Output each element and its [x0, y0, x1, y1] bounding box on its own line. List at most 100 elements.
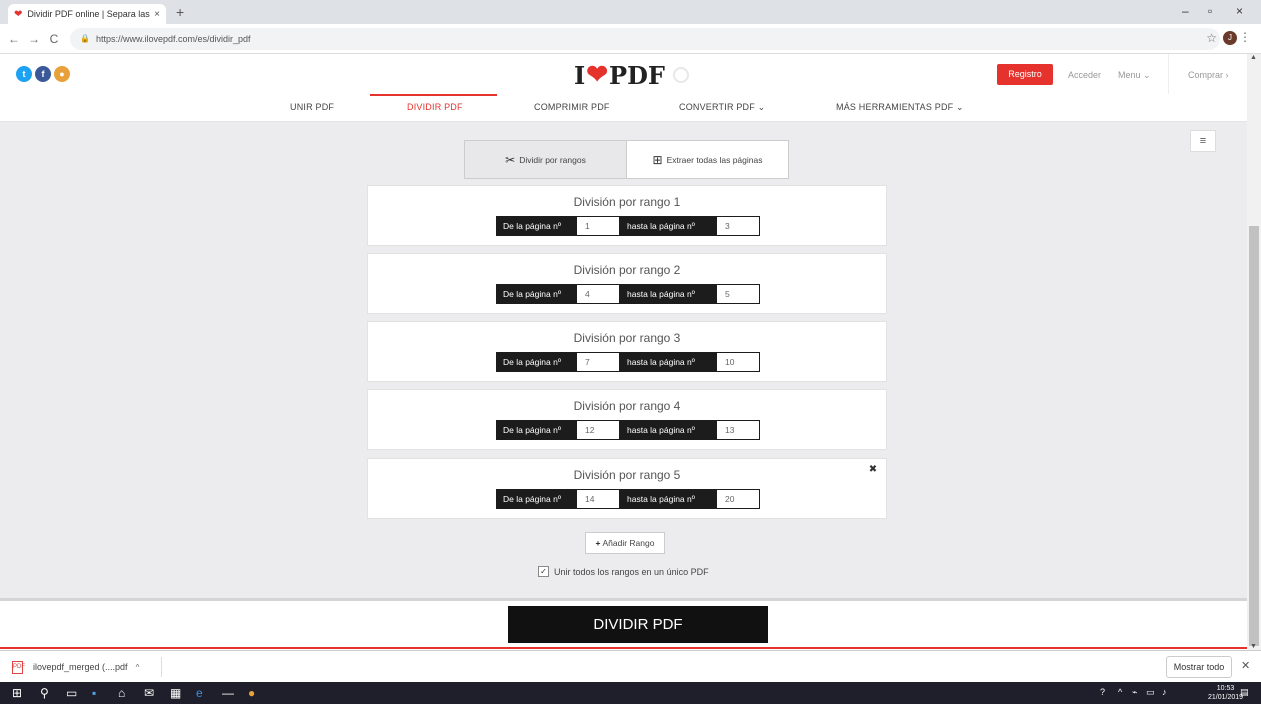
profile-avatar[interactable]: J [1223, 31, 1237, 45]
new-tab-button[interactable]: + [176, 4, 184, 20]
nav-convertir-pdf[interactable]: CONVERTIR PDF ⌄ [679, 102, 765, 113]
merge-label: Unir todos los rangos en un único PDF [554, 566, 709, 577]
maximize-button[interactable]: ▫ [1208, 4, 1212, 18]
pdf-file-icon: PDF [12, 660, 25, 674]
browser-toolbar: ← → C 🔒 https://www.ilovepdf.com/es/divi… [0, 24, 1261, 54]
range-title: División por rango 3 [573, 331, 681, 345]
to-page-label: hasta la página nº [620, 216, 716, 236]
tab-close-icon[interactable]: × [154, 9, 160, 20]
bookmark-star-icon[interactable]: ☆ [1206, 31, 1217, 45]
active-tab-underline [370, 94, 497, 96]
search-icon[interactable]: ⚲ [40, 686, 49, 700]
to-page-input[interactable]: 5 [716, 284, 760, 304]
heart-icon: ❤ [586, 60, 609, 90]
edge-icon[interactable]: e [196, 686, 203, 700]
mail-icon[interactable]: ✉ [144, 686, 154, 700]
logo-text-pdf: PDF [609, 60, 665, 90]
notifications-icon[interactable]: ▤ [1240, 687, 1249, 698]
volume-icon[interactable]: ♪ [1162, 687, 1167, 697]
social-links: t f ● [16, 66, 70, 82]
scissors-icon: ✂ [505, 152, 516, 167]
scroll-down-icon[interactable]: ▼ [1250, 643, 1257, 650]
nav-comprimir-pdf[interactable]: COMPRIMIR PDF [534, 102, 610, 112]
facebook-icon[interactable]: f [35, 66, 51, 82]
windows-taskbar: ⊞ ⚲ ▭ ▪ ⌂ ✉ ▦ e — ● ? ^ ⌁ ▭ ♪ 10:53 21/0… [0, 682, 1261, 704]
registro-button[interactable]: Registro [997, 64, 1053, 85]
scrollbar-thumb[interactable] [1249, 226, 1259, 646]
chrome-taskbar-icon[interactable]: ● [248, 686, 255, 700]
nav-dividir-pdf[interactable]: DIVIDIR PDF [407, 102, 463, 112]
close-window-button[interactable]: × [1236, 4, 1243, 18]
from-page-input[interactable]: 1 [576, 216, 620, 236]
mode-extract-all-label: Extraer todas las páginas [666, 154, 763, 165]
to-page-label: hasta la página nº [620, 489, 716, 509]
comprar-link[interactable]: Comprar › [1188, 70, 1229, 80]
dividir-pdf-button[interactable]: DIVIDIR PDF [508, 606, 768, 643]
range-title: División por rango 5 [573, 468, 681, 482]
nav-unir-pdf[interactable]: UNIR PDF [290, 102, 334, 112]
ilovepdf-favicon-icon: ❤ [14, 8, 23, 20]
range-title: División por rango 2 [573, 263, 681, 277]
accent-line [0, 647, 1247, 649]
tab-title: Dividir PDF online | Separa las pá [27, 9, 151, 19]
to-page-label: hasta la página nº [620, 284, 716, 304]
from-page-label: De la página nº [496, 352, 576, 372]
page-scrollbar[interactable]: ▲ ▼ [1247, 54, 1261, 650]
add-range-button[interactable]: + Añadir Rango [585, 532, 665, 554]
sidebar-toggle-icon[interactable]: ≡ [1190, 130, 1216, 152]
ilovepdf-logo[interactable]: I ❤ PDF [574, 60, 689, 90]
tools-nav: UNIR PDF DIVIDIR PDF COMPRIMIR PDF CONVE… [0, 94, 1247, 122]
to-page-input[interactable]: 20 [716, 489, 760, 509]
twitter-icon[interactable]: t [16, 66, 32, 82]
calculator-icon[interactable]: ▦ [170, 686, 181, 700]
chrome-icon[interactable]: ● [54, 66, 70, 82]
from-page-label: De la página nº [496, 420, 576, 440]
split-mode-selector: ✂ Dividir por rangos ⊞ Extraer todas las… [464, 140, 789, 179]
chevron-up-icon[interactable]: ^ [136, 663, 140, 672]
tray-expand-icon[interactable]: ^ [1118, 687, 1122, 697]
from-page-input[interactable]: 7 [576, 352, 620, 372]
show-all-button[interactable]: Mostrar todo [1166, 656, 1232, 678]
from-page-label: De la página nº [496, 489, 576, 509]
system-clock[interactable]: 10:53 21/01/2019 [1208, 684, 1243, 702]
browser-tab-strip: ❤ Dividir PDF online | Separa las pá × +… [0, 0, 1261, 24]
acceder-link[interactable]: Acceder [1068, 70, 1101, 80]
browser-menu-icon[interactable]: ⋮ [1239, 30, 1251, 44]
menu-dropdown[interactable]: Menu ⌄ [1118, 70, 1151, 81]
scroll-up-icon[interactable]: ▲ [1250, 54, 1257, 61]
from-page-input[interactable]: 14 [576, 489, 620, 509]
close-shelf-icon[interactable]: ✕ [1241, 659, 1250, 672]
screen-icon[interactable]: ▭ [1146, 687, 1155, 698]
store-icon[interactable]: ⌂ [118, 686, 125, 700]
mode-split-ranges[interactable]: ✂ Dividir por rangos [465, 141, 627, 178]
minimize-button[interactable]: – [1182, 4, 1189, 18]
range-card: División por rango 2 De la página nº 4 h… [367, 253, 887, 314]
back-icon[interactable]: ← [4, 32, 24, 46]
network-icon[interactable]: ⌁ [1132, 687, 1137, 698]
app-icon[interactable]: — [222, 686, 234, 700]
to-page-input[interactable]: 10 [716, 352, 760, 372]
address-bar[interactable]: 🔒 https://www.ilovepdf.com/es/dividir_pd… [70, 27, 1220, 50]
mode-extract-all[interactable]: ⊞ Extraer todas las páginas [627, 141, 788, 178]
task-view-icon[interactable]: ▭ [66, 686, 77, 700]
from-page-input[interactable]: 4 [576, 284, 620, 304]
help-tray-icon[interactable]: ? [1100, 687, 1105, 697]
main-content: ≡ ✂ Dividir por rangos ⊞ Extraer todas l… [0, 122, 1247, 598]
merge-ranges-option[interactable]: ✓ Unir todos los rangos en un único PDF [538, 566, 709, 577]
from-page-label: De la página nº [496, 216, 576, 236]
merge-checkbox[interactable]: ✓ [538, 566, 549, 577]
logo-badge-icon [672, 67, 689, 83]
reload-icon[interactable]: C [44, 32, 64, 46]
windows-start-icon[interactable]: ⊞ [12, 686, 22, 700]
to-page-input[interactable]: 13 [716, 420, 760, 440]
to-page-input[interactable]: 3 [716, 216, 760, 236]
browser-tab[interactable]: ❤ Dividir PDF online | Separa las pá × [8, 4, 166, 24]
file-explorer-icon[interactable]: ▪ [92, 686, 96, 700]
url-text: https://www.ilovepdf.com/es/dividir_pdf [95, 33, 251, 44]
remove-range-icon[interactable]: ✖ [866, 463, 880, 477]
from-page-input[interactable]: 12 [576, 420, 620, 440]
forward-icon[interactable]: → [24, 32, 44, 46]
plus-icon: + [595, 538, 601, 548]
nav-mas-herramientas[interactable]: MÁS HERRAMIENTAS PDF ⌄ [836, 102, 964, 113]
download-item[interactable]: PDF ilovepdf_merged (....pdf ^ [12, 657, 162, 677]
